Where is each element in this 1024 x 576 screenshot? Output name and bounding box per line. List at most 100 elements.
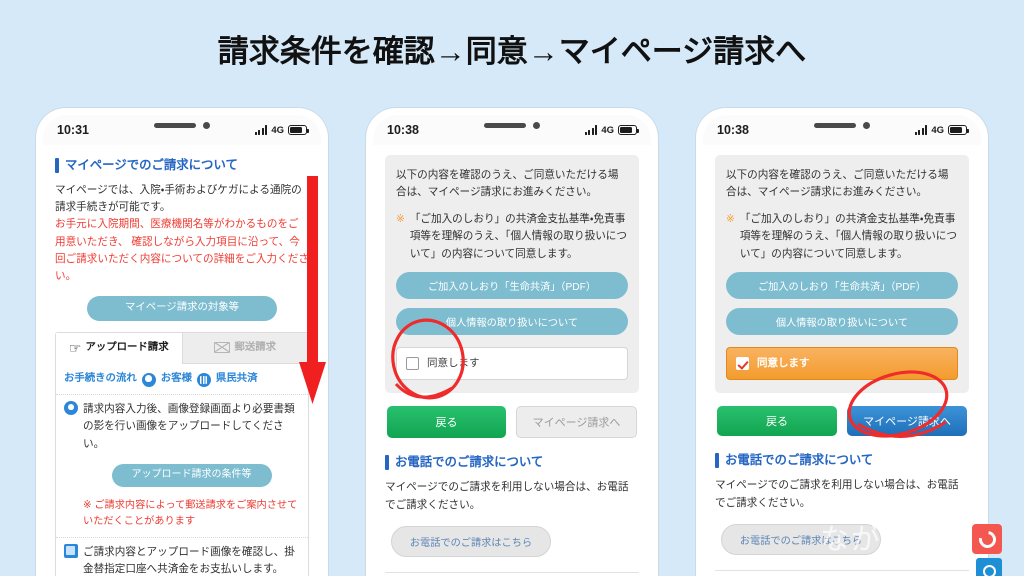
tab-mail-claim[interactable]: 郵送請求: [181, 332, 308, 365]
phone-2-screen: 10:38 4G 以下の内容を確認のうえ、ご同意いただける場合は、マイページ請求…: [373, 115, 651, 576]
upload-claim-conditions-button[interactable]: アップロード請求の条件等: [111, 463, 272, 487]
policy-booklet-pdf-button[interactable]: ご加入のしおり「生命共済」（PDF）: [726, 272, 958, 300]
phone-3-screen: 10:38 4G 以下の内容を確認のうえ、ご同意いただける場合は、マイページ請求…: [703, 115, 981, 576]
mypage-claim-target-button[interactable]: マイページ請求の対象等: [87, 296, 277, 321]
camera-dot-icon: [203, 122, 210, 129]
flow-step-2-text: ご請求内容とアップロード画像を確認し、掛金替指定口座へ共済金をお支払いします。: [83, 545, 295, 575]
status-time: 10:38: [387, 123, 419, 137]
signal-bars-icon: [914, 125, 928, 135]
phone-3-content: 以下の内容を確認のうえ、ご同意いただける場合は、マイページ請求にお進みください。…: [703, 145, 981, 576]
network-label: 4G: [931, 124, 944, 136]
customer-avatar-icon: [64, 401, 78, 416]
flow-header-provider: 県民共済: [215, 373, 258, 385]
status-indicators: 4G: [914, 124, 969, 136]
mypage-claim-next-button[interactable]: マイページ請求へ: [847, 406, 967, 437]
battery-icon: [618, 125, 639, 135]
status-indicators: 4G: [584, 124, 639, 136]
agree-checkbox-row[interactable]: 同意します: [396, 347, 628, 381]
notch: [154, 122, 210, 129]
agree-checkbox[interactable]: [406, 357, 419, 371]
agree-checkbox-label: 同意します: [427, 357, 480, 370]
phone-mockup-3: 10:38 4G 以下の内容を確認のうえ、ご同意いただける場合は、マイページ請求…: [696, 108, 988, 576]
signal-bars-icon: [254, 125, 268, 135]
intro-paragraph: マイページでは、入院・手術およびケガによる通院の請求手続きが可能です。: [55, 184, 302, 214]
divider: [715, 569, 969, 571]
camera-dot-icon: [533, 122, 540, 129]
consent-box: 以下の内容を確認のうえ、ご同意いただける場合は、マイページ請求にお進みください。…: [715, 155, 969, 394]
notch: [814, 122, 870, 129]
phone-mockup-2: 10:38 4G 以下の内容を確認のうえ、ご同意いただける場合は、マイページ請求…: [366, 108, 658, 576]
privacy-policy-button[interactable]: 個人情報の取り扱いについて: [726, 308, 958, 336]
provider-card-icon: [196, 372, 211, 387]
speaker-bar-icon: [154, 123, 196, 128]
reload-badge-icon: [972, 524, 1002, 554]
status-time: 10:38: [717, 123, 749, 137]
flow-header-label: お手続きの流れ: [64, 373, 137, 385]
flow-step-2: ご請求内容とアップロード画像を確認し、掛金替指定口座へ共済金をお支払いします。 …: [56, 538, 308, 576]
notch: [484, 122, 540, 129]
phone-1-content: マイページでのご請求について マイページでは、入院・手術およびケガによる通院の請…: [43, 145, 321, 576]
intro-paragraph-warning: お手元に入院期間、医療機関名等がわかるものをご用意いただき、 確認しながら入力項…: [55, 218, 309, 282]
consent-note-row: ※ 「ご加入のしおり」の共済金支払基準・免責事項等を理解のうえ、「個人情報の取り…: [396, 211, 628, 263]
mypage-claim-next-button[interactable]: マイページ請求へ: [516, 406, 637, 439]
phone-claim-link-button[interactable]: お電話でのご請求はこちら: [391, 525, 551, 557]
flow-step-1-note: ※ ご請求内容によって郵送請求をご案内させていただくことがあります: [83, 499, 298, 528]
phone-3-action-row: 戻る マイページ請求へ: [715, 406, 969, 437]
section-title-phone-claim: お電話でのご請求について: [385, 452, 639, 472]
section-title-text: お電話でのご請求について: [725, 453, 874, 468]
phone-mockups-row: 10:31 4G マイページでのご請求について マイページでは、入院・手術および…: [0, 108, 1024, 576]
page-title: 請求条件を確認→同意→マイページ請求へ: [217, 34, 807, 69]
phone-3-status-bar: 10:38 4G: [703, 115, 981, 145]
policy-booklet-pdf-button[interactable]: ご加入のしおり「生命共済」（PDF）: [396, 272, 628, 300]
phone-claim-text: マイページでのご請求を利用しない場合は、お電話でご請求ください。: [385, 481, 629, 511]
camera-dot-icon: [863, 122, 870, 129]
battery-icon: [288, 125, 309, 135]
battery-icon: [948, 125, 969, 135]
speaker-bar-icon: [484, 123, 526, 128]
asterisk-icon: ※: [396, 212, 405, 225]
phone-2-status-bar: 10:38 4G: [373, 115, 651, 145]
divider: [385, 571, 639, 573]
signal-bars-icon: [584, 125, 598, 135]
agree-checkbox-row[interactable]: 同意します: [726, 347, 958, 381]
phone-1-screen: 10:31 4G マイページでのご請求について マイページでは、入院・手術および…: [43, 115, 321, 576]
tab-mail-claim-label: 郵送請求: [234, 341, 277, 353]
privacy-policy-button[interactable]: 個人情報の取り扱いについて: [396, 308, 628, 336]
flow-header-customer: お客様: [160, 373, 192, 385]
section-title-phone-claim: お電話でのご請求について: [715, 450, 969, 470]
tab-upload-claim[interactable]: ☞ アップロード請求: [56, 332, 182, 365]
mail-envelope-icon: [214, 342, 231, 354]
consent-box: 以下の内容を確認のうえ、ご同意いただける場合は、マイページ請求にお進みください。…: [385, 155, 639, 394]
agree-checkbox-label: 同意します: [757, 357, 810, 370]
provider-card-icon: [64, 543, 78, 558]
phone-mockup-1: 10:31 4G マイページでのご請求について マイページでは、入院・手術および…: [36, 108, 328, 576]
phone-2-content: 以下の内容を確認のうえ、ご同意いただける場合は、マイページ請求にお進みください。…: [373, 145, 651, 576]
phone-claim-link-button[interactable]: お電話でのご請求はこちら: [721, 523, 881, 555]
consent-intro: 以下の内容を確認のうえ、ご同意いただける場合は、マイページ請求にお進みください。: [726, 169, 949, 199]
flow-step-1-text: 請求内容入力後、画像登録画面より必要書類の影を行い画像をアップロードしてください…: [83, 403, 295, 450]
status-time: 10:31: [57, 123, 89, 137]
network-label: 4G: [601, 124, 614, 136]
network-label: 4G: [271, 124, 284, 136]
phone-2-action-row: 戻る マイページ請求へ: [385, 406, 639, 439]
back-button[interactable]: 戻る: [717, 406, 837, 437]
consent-note-text: 「ご加入のしおり」の共済金支払基準・免責事項等を理解のうえ、「個人情報の取り扱い…: [409, 212, 627, 260]
consent-intro: 以下の内容を確認のうえ、ご同意いただける場合は、マイページ請求にお進みください。: [396, 169, 619, 199]
claim-method-tabs: ☞ アップロード請求 郵送請求: [56, 332, 308, 365]
phone-claim-section: お電話でのご請求について マイページでのご請求を利用しない場合は、お電話でご請求…: [385, 452, 639, 576]
flow-step-1-body: 請求内容入力後、画像登録画面より必要書類の影を行い画像をアップロードしてください…: [83, 401, 300, 531]
customer-avatar-icon: [141, 372, 156, 387]
phone-1-status-bar: 10:31 4G: [43, 115, 321, 145]
claim-method-tabs-card: ☞ アップロード請求 郵送請求 お手続きの流れ お客様 県民共済 請求内容入力後…: [55, 331, 309, 576]
circle-badge-icon: [976, 558, 1002, 576]
status-indicators: 4G: [254, 124, 309, 136]
tab-upload-claim-label: アップロード請求: [85, 341, 169, 353]
consent-note-text: 「ご加入のしおり」の共済金支払基準・免責事項等を理解のうえ、「個人情報の取り扱い…: [739, 212, 957, 260]
asterisk-icon: ※: [726, 212, 735, 225]
phone-claim-section: お電話でのご請求について マイページでのご請求を利用しない場合は、お電話でご請求…: [715, 450, 969, 576]
agree-checkbox[interactable]: [736, 357, 749, 371]
flow-header: お手続きの流れ お客様 県民共済: [56, 364, 308, 396]
section-title-mypage-claim: マイページでのご請求について: [55, 155, 309, 175]
back-button[interactable]: 戻る: [387, 406, 506, 439]
section-title-text: マイページでのご請求について: [65, 158, 238, 172]
